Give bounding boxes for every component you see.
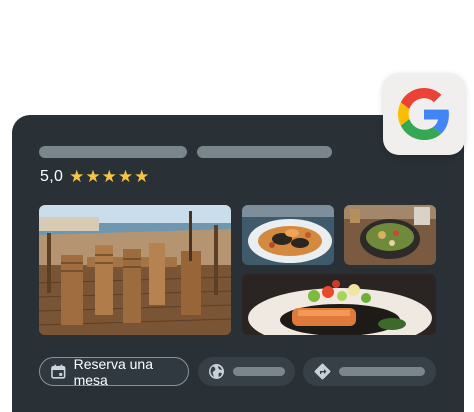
directions-placeholder (339, 367, 425, 376)
salmon-dish-photo[interactable] (242, 274, 436, 335)
website-placeholder (233, 367, 285, 376)
google-logo (398, 88, 449, 140)
reserve-table-button[interactable]: Reserva una mesa (39, 355, 189, 388)
seafood-pasta-photo[interactable] (242, 205, 334, 265)
google-logo-tile (383, 73, 465, 155)
calendar-icon (51, 364, 66, 379)
salad-bowl-photo[interactable] (344, 205, 436, 265)
subtitle-placeholder (197, 146, 332, 158)
star-rating-icon: ★★★★★ (69, 167, 151, 186)
directions-icon (314, 363, 331, 380)
terrace-photo[interactable] (39, 205, 231, 335)
reserve-table-label: Reserva una mesa (73, 355, 153, 388)
globe-icon (209, 364, 224, 379)
website-button[interactable] (198, 357, 295, 386)
rating-value: 5,0 (40, 168, 64, 185)
rating-row: 5,0 ★★★★★ (40, 166, 150, 188)
title-placeholder (39, 146, 187, 158)
directions-button[interactable] (303, 357, 436, 386)
